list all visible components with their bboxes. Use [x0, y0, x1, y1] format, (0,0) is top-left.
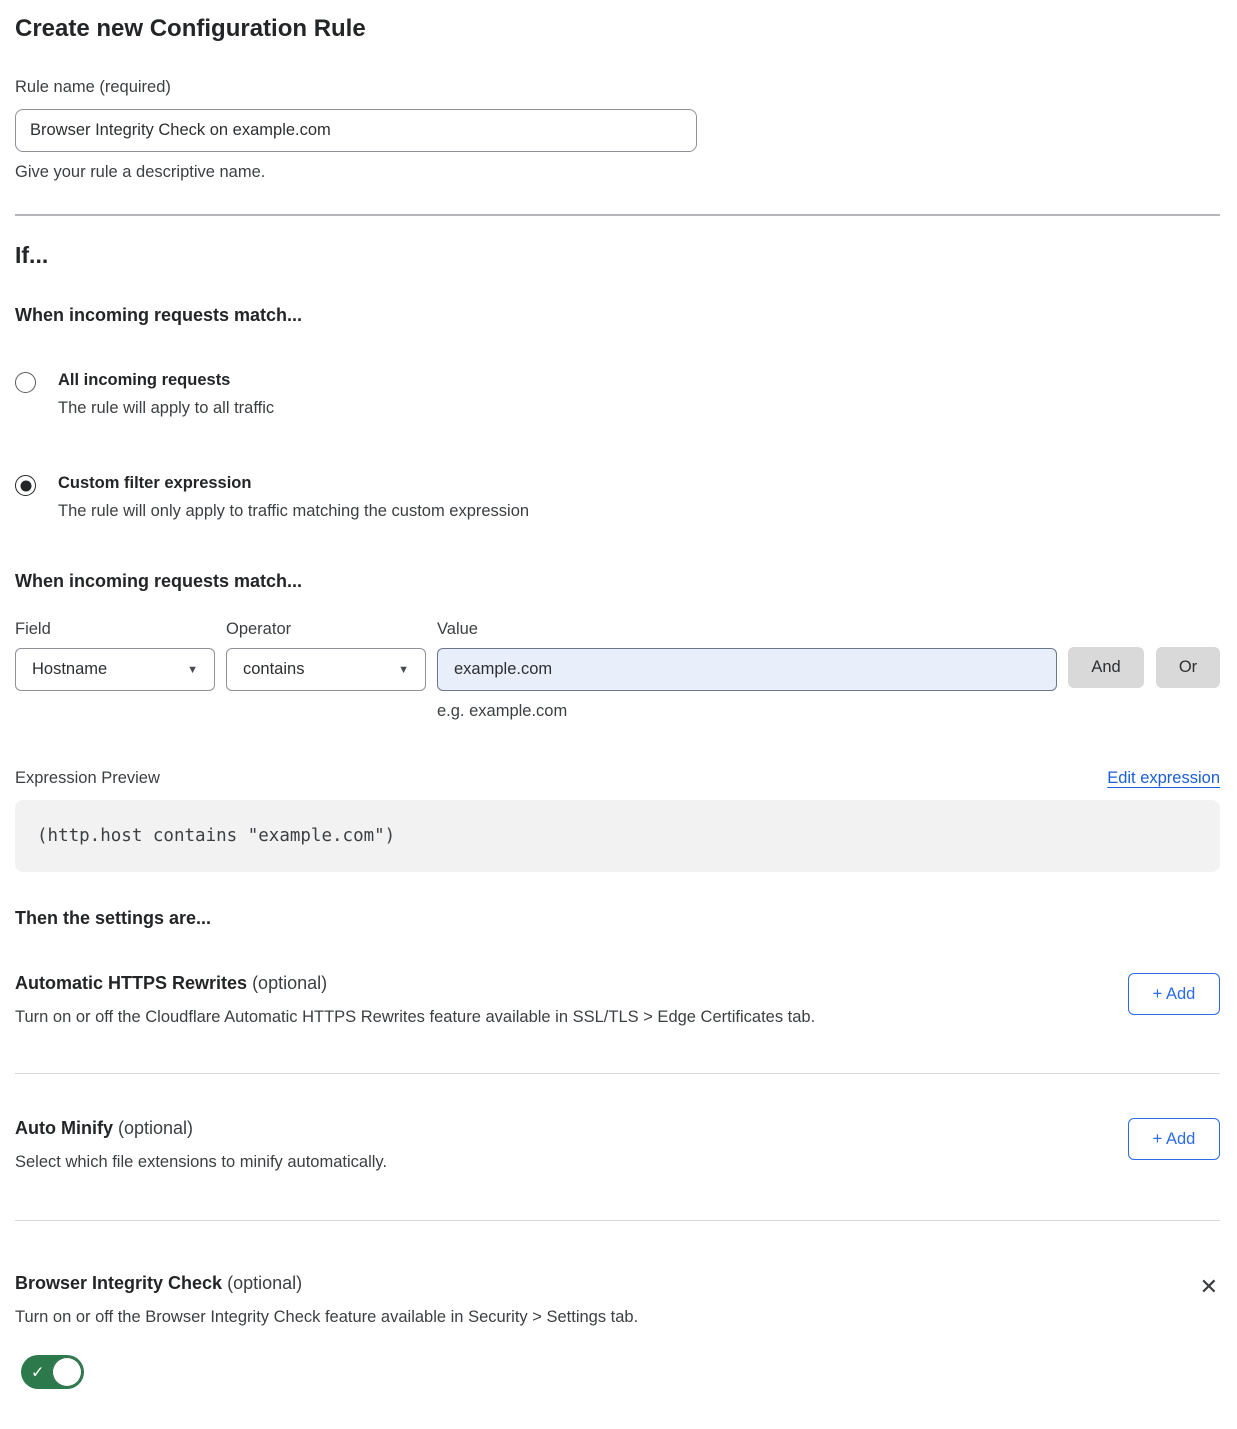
value-help: e.g. example.com — [437, 702, 1057, 721]
value-label: Value — [437, 620, 1057, 639]
match-heading: When incoming requests match... — [15, 305, 1220, 326]
radio-label: Custom filter expression — [58, 473, 529, 493]
setting-description: Select which file extensions to minify a… — [15, 1153, 387, 1172]
radio-description: The rule will only apply to traffic matc… — [58, 502, 529, 521]
add-automatic-https-rewrites-button[interactable]: + Add — [1128, 973, 1220, 1015]
operator-label: Operator — [226, 620, 426, 639]
field-select[interactable]: Hostname ▼ — [15, 648, 215, 691]
expression-code-box: (http.host contains "example.com") — [15, 800, 1220, 872]
section-divider — [15, 214, 1220, 216]
rule-name-label: Rule name (required) — [15, 78, 1220, 97]
or-button[interactable]: Or — [1156, 647, 1220, 688]
toggle-knob — [52, 1357, 82, 1387]
rule-name-input[interactable] — [15, 109, 697, 152]
field-select-value: Hostname — [32, 660, 107, 679]
operator-select-value: contains — [243, 660, 304, 679]
filter-builder-heading: When incoming requests match... — [15, 571, 1220, 592]
expression-preview-header: Expression Preview Edit expression — [15, 769, 1220, 788]
setting-name: Browser Integrity Check — [15, 1273, 222, 1293]
field-label: Field — [15, 620, 215, 639]
setting-row-browser-integrity-check: Browser Integrity Check (optional) Turn … — [15, 1273, 1220, 1327]
browser-integrity-check-toggle[interactable]: ✓ — [21, 1355, 84, 1389]
filter-builder-row: Field Hostname ▼ Operator contains ▼ Val… — [15, 620, 1220, 721]
radio-option-custom-filter[interactable]: Custom filter expression The rule will o… — [15, 473, 1220, 521]
expression-code: (http.host contains "example.com") — [37, 826, 395, 846]
radio-label: All incoming requests — [58, 370, 274, 390]
setting-row-auto-minify: Auto Minify (optional) Select which file… — [15, 1118, 1220, 1172]
then-settings-heading: Then the settings are... — [15, 908, 1220, 929]
check-icon: ✓ — [31, 1363, 44, 1382]
setting-row-automatic-https-rewrites: Automatic HTTPS Rewrites (optional) Turn… — [15, 973, 1220, 1027]
setting-optional-tag: (optional) — [118, 1118, 193, 1138]
operator-select[interactable]: contains ▼ — [226, 648, 426, 691]
setting-divider — [15, 1073, 1220, 1074]
chevron-down-icon: ▼ — [187, 664, 198, 676]
radio-option-all-requests[interactable]: All incoming requests The rule will appl… — [15, 370, 1220, 418]
setting-divider — [15, 1220, 1220, 1221]
setting-name: Auto Minify — [15, 1118, 113, 1138]
page-title: Create new Configuration Rule — [15, 14, 1220, 44]
if-heading: If... — [15, 242, 1220, 269]
value-input[interactable] — [437, 648, 1057, 691]
setting-description: Turn on or off the Cloudflare Automatic … — [15, 1008, 815, 1027]
edit-expression-link[interactable]: Edit expression — [1107, 769, 1220, 788]
radio-button-custom-filter[interactable] — [15, 475, 36, 496]
setting-optional-tag: (optional) — [227, 1273, 302, 1293]
and-button[interactable]: And — [1068, 647, 1144, 688]
setting-optional-tag: (optional) — [252, 973, 327, 993]
chevron-down-icon: ▼ — [398, 664, 409, 676]
setting-description: Turn on or off the Browser Integrity Che… — [15, 1308, 638, 1327]
setting-name: Automatic HTTPS Rewrites — [15, 973, 247, 993]
expression-preview-label: Expression Preview — [15, 769, 160, 788]
radio-button-all-requests[interactable] — [15, 372, 36, 393]
rule-name-help: Give your rule a descriptive name. — [15, 163, 1220, 182]
add-auto-minify-button[interactable]: + Add — [1128, 1118, 1220, 1160]
radio-description: The rule will apply to all traffic — [58, 399, 274, 418]
close-icon[interactable]: ✕ — [1198, 1275, 1220, 1301]
create-configuration-rule-page: Create new Configuration Rule Rule name … — [0, 0, 1237, 1429]
